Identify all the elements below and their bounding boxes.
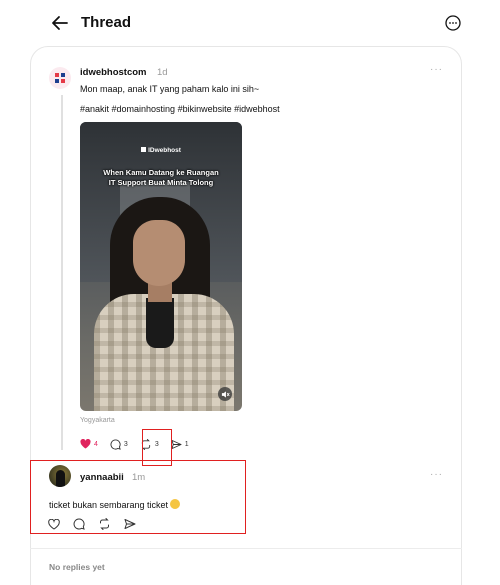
post-time: 1d bbox=[157, 67, 168, 78]
send-icon bbox=[171, 439, 182, 449]
post-username[interactable]: idwebhostcom bbox=[80, 67, 147, 78]
arrow-left-icon bbox=[52, 16, 68, 30]
avatar[interactable] bbox=[49, 67, 71, 89]
post-video[interactable]: IDwebhost When Kamu Datang ke Ruangan IT… bbox=[80, 122, 242, 411]
thread-connector-line bbox=[61, 95, 63, 450]
post-actions: 4 3 3 1 bbox=[80, 437, 201, 451]
post-hashtags[interactable]: #anakit #domainhosting #bikinwebsite #id… bbox=[80, 104, 280, 114]
video-person-face bbox=[133, 220, 185, 286]
idwebhost-logo-icon bbox=[55, 73, 65, 83]
video-person-undershirt bbox=[146, 298, 174, 348]
share-count: 1 bbox=[184, 440, 189, 448]
thread-menu-button[interactable] bbox=[444, 14, 462, 32]
comment-button[interactable]: 3 bbox=[110, 438, 128, 450]
no-replies-label: No replies yet bbox=[49, 562, 105, 572]
reply-highlight-box bbox=[30, 460, 246, 534]
post-more-button[interactable]: ··· bbox=[430, 64, 443, 75]
like-count: 4 bbox=[94, 440, 98, 448]
video-brand-text: IDwebhost bbox=[148, 147, 181, 154]
heart-filled-icon bbox=[80, 439, 91, 449]
comment-icon bbox=[110, 438, 121, 450]
post-location[interactable]: Yogyakarta bbox=[80, 417, 115, 424]
video-brand-label: IDwebhost bbox=[80, 147, 242, 154]
page-title: Thread bbox=[81, 14, 132, 31]
video-caption-line2: IT Support Buat Minta Tolong bbox=[108, 178, 214, 187]
like-button[interactable]: 4 bbox=[80, 439, 98, 449]
share-button[interactable]: 1 bbox=[171, 439, 189, 450]
top-bar: Thread bbox=[0, 0, 500, 46]
post-text: Mon maap, anak IT yang paham kalo ini si… bbox=[80, 84, 260, 94]
mute-button[interactable] bbox=[218, 387, 232, 401]
video-caption-line1: When Kamu Datang ke Ruangan bbox=[103, 168, 219, 177]
back-button[interactable] bbox=[48, 11, 72, 35]
speaker-muted-icon bbox=[221, 390, 230, 398]
video-caption: When Kamu Datang ke Ruangan IT Support B… bbox=[88, 168, 234, 188]
divider bbox=[30, 548, 462, 549]
more-circle-icon bbox=[445, 15, 461, 31]
comment-count: 3 bbox=[123, 440, 128, 448]
reply-more-button[interactable]: ··· bbox=[430, 469, 443, 480]
